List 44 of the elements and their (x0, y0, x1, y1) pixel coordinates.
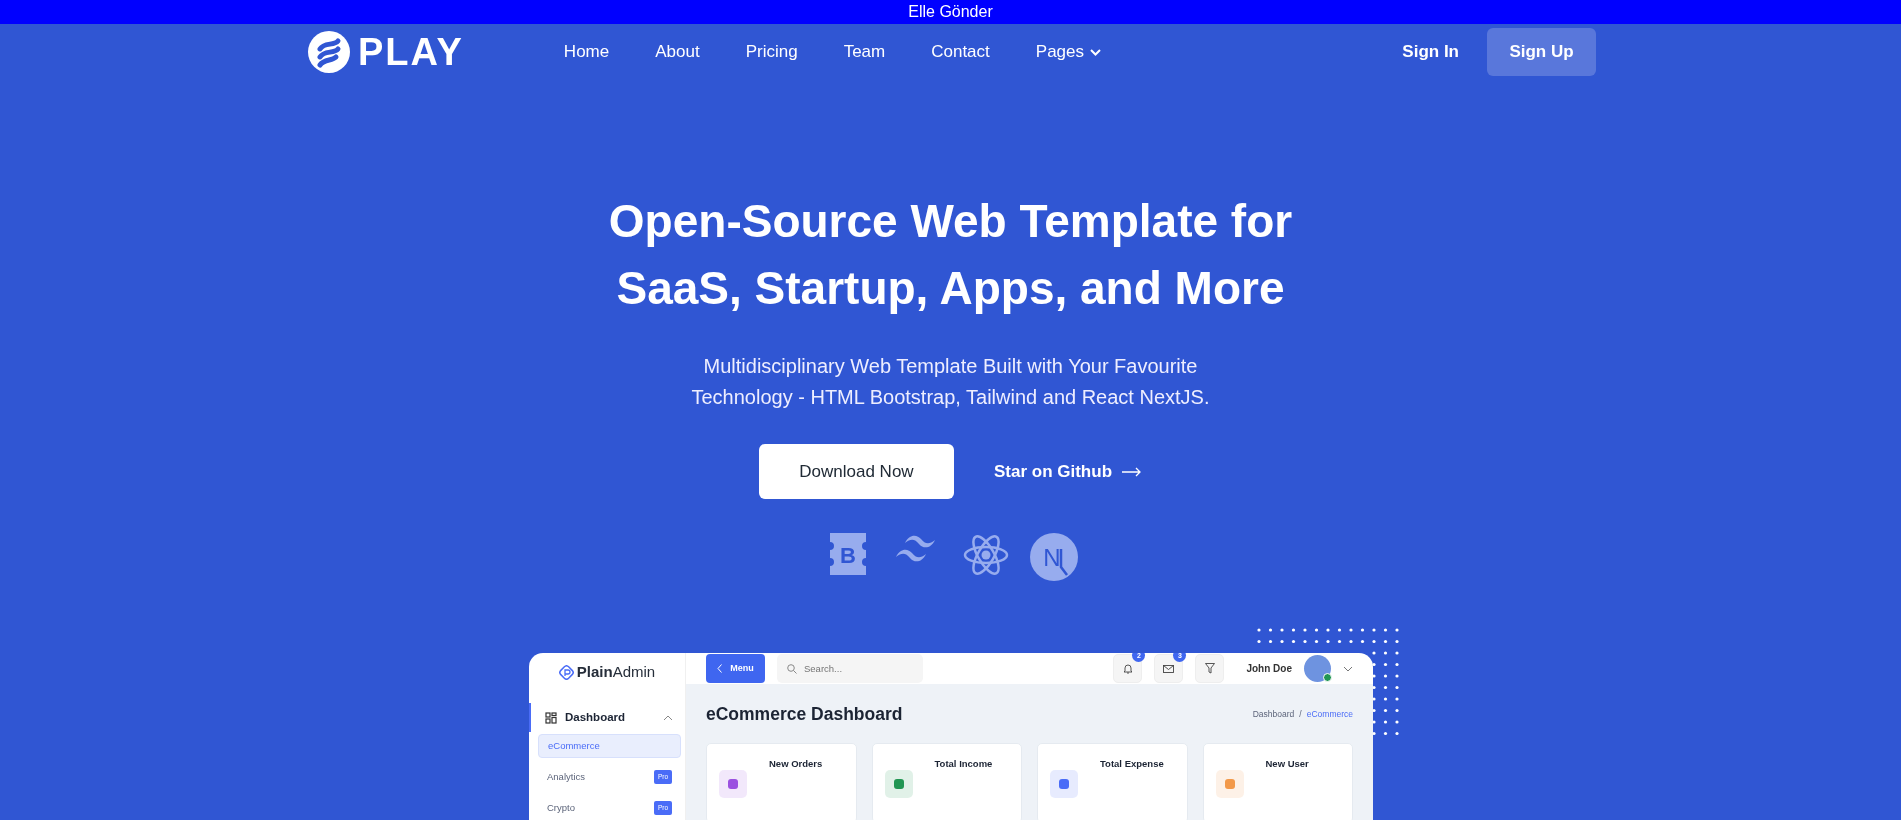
menu-button[interactable]: Menu (706, 654, 765, 684)
plainadmin-logo-icon (558, 665, 574, 681)
sidebar-item-label: Analytics (547, 770, 585, 784)
nextjs-logo-icon: N (1029, 533, 1078, 582)
avatar[interactable] (1304, 655, 1331, 683)
stat-title: New User (1265, 757, 1309, 772)
breadcrumb-item[interactable]: Dashboard (1252, 707, 1295, 721)
mail-icon (1163, 664, 1175, 673)
arrow-right-icon (1122, 466, 1142, 477)
chevron-left-icon (717, 664, 723, 674)
download-button[interactable]: Download Now (758, 444, 954, 500)
grid-icon (545, 711, 557, 724)
brand-name[interactable]: PLAY (358, 33, 464, 71)
nav-link[interactable]: Team (827, 33, 902, 71)
sidebar-item[interactable]: eCommerce (538, 734, 681, 759)
plainadmin-brand: PlainAdmin (576, 662, 656, 683)
stat-title: New Orders (769, 757, 823, 772)
search-icon (787, 664, 797, 675)
stat-title: Total Expense (1100, 757, 1164, 772)
nav-link[interactable]: Pricing (729, 33, 814, 71)
sidebar-item-label: Crypto (547, 801, 575, 815)
page-title: eCommerce Dashboard (706, 703, 903, 727)
bell-icon (1122, 663, 1133, 675)
nav-link[interactable]: Pages (1019, 33, 1117, 71)
nav-link[interactable]: About (639, 33, 716, 71)
breadcrumb-item: eCommerce (1306, 707, 1353, 721)
nav-link[interactable]: Contact (915, 33, 1006, 71)
react-logo-icon (961, 533, 1010, 578)
hero-subtitle: Multidisciplinary Web Template Built with Your Favourite Technology - HTML Bootstrap, Tailwind and React NextJS. (690, 354, 1211, 411)
github-link[interactable]: Star on Github (993, 459, 1142, 485)
user-name: John Doe (1246, 662, 1292, 677)
stat-title: Total Income (934, 757, 993, 772)
search-field[interactable]: Search... (777, 654, 923, 684)
filter-icon (1204, 663, 1215, 675)
hero-title: Open-Source Web Template for SaaS, Startup, Apps, and More (607, 194, 1294, 316)
sidebar-item-label: eCommerce (548, 739, 600, 753)
breadcrumb-separator: / (1299, 707, 1302, 721)
nav-link[interactable]: Home (547, 33, 626, 71)
announcement-text: Elle Gönder (908, 2, 993, 22)
sign-up-button[interactable]: Sign Up (1487, 28, 1596, 76)
filter-button[interactable] (1195, 654, 1225, 684)
sign-in-link[interactable]: Sign In (1402, 39, 1459, 65)
chevron-down-icon (1343, 665, 1353, 672)
logo-icon (308, 31, 350, 73)
